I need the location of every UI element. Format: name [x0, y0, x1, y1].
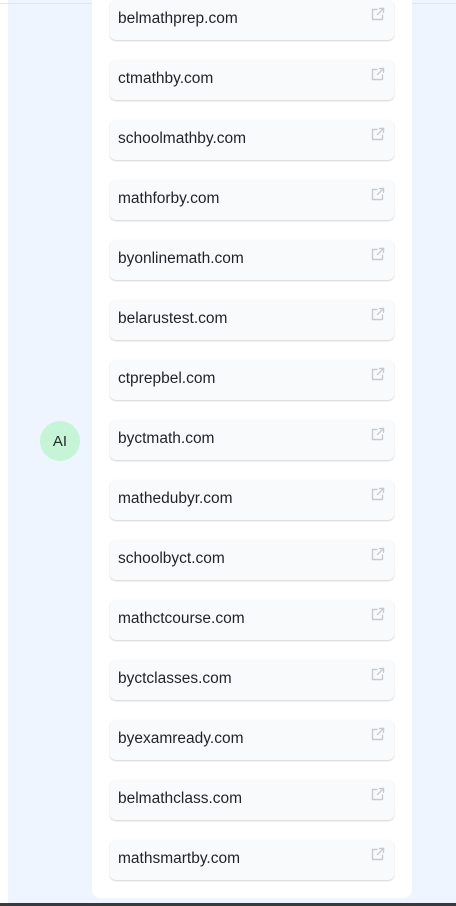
- external-link-icon[interactable]: [370, 486, 386, 502]
- link-item[interactable]: schoolbyct.com: [110, 540, 394, 580]
- external-link-icon[interactable]: [370, 366, 386, 382]
- link-label: mathedubyr.com: [118, 490, 233, 507]
- link-label: ctprepbel.com: [118, 370, 216, 387]
- link-label: byexamready.com: [118, 730, 244, 747]
- link-item[interactable]: byonlinemath.com: [110, 240, 394, 280]
- external-link-icon[interactable]: [370, 846, 386, 862]
- link-label: belarustest.com: [118, 310, 228, 327]
- ai-message-card: belmathprep.com ctmathby.com schoolmathby.…: [92, 0, 412, 898]
- link-label: belmathclass.com: [118, 790, 243, 807]
- link-item[interactable]: ctprepbel.com: [110, 360, 394, 400]
- link-item[interactable]: mathsmartby.com: [110, 840, 394, 880]
- link-item[interactable]: schoolmathby.com: [110, 120, 394, 160]
- external-link-icon[interactable]: [370, 306, 386, 322]
- link-label: schoolmathby.com: [118, 130, 247, 147]
- external-link-icon[interactable]: [370, 6, 386, 22]
- external-link-icon[interactable]: [370, 186, 386, 202]
- link-label: byctmath.com: [118, 430, 215, 447]
- link-item[interactable]: belmathprep.com: [110, 0, 394, 40]
- link-label: mathforby.com: [118, 190, 220, 207]
- link-item[interactable]: belmathclass.com: [110, 780, 394, 820]
- external-link-icon[interactable]: [370, 426, 386, 442]
- link-label: mathctcourse.com: [118, 610, 245, 627]
- external-link-icon[interactable]: [370, 246, 386, 262]
- link-item[interactable]: ctmathby.com: [110, 60, 394, 100]
- external-link-icon[interactable]: [370, 666, 386, 682]
- external-link-icon[interactable]: [370, 606, 386, 622]
- avatar-label: AI: [52, 432, 68, 450]
- link-item[interactable]: belarustest.com: [110, 300, 394, 340]
- link-label: byonlinemath.com: [118, 250, 244, 267]
- external-link-icon[interactable]: [370, 66, 386, 82]
- external-link-icon[interactable]: [370, 726, 386, 742]
- ai-avatar: AI: [40, 421, 80, 461]
- link-item[interactable]: byctmath.com: [110, 420, 394, 460]
- link-item[interactable]: byexamready.com: [110, 720, 394, 760]
- link-label: schoolbyct.com: [118, 550, 225, 567]
- external-link-icon[interactable]: [370, 786, 386, 802]
- link-item[interactable]: mathedubyr.com: [110, 480, 394, 520]
- link-label: byctclasses.com: [118, 670, 232, 687]
- link-item[interactable]: mathctcourse.com: [110, 600, 394, 640]
- link-label: mathsmartby.com: [118, 850, 241, 867]
- link-item[interactable]: byctclasses.com: [110, 660, 394, 700]
- link-label: belmathprep.com: [118, 10, 238, 27]
- external-link-icon[interactable]: [370, 126, 386, 142]
- external-link-icon[interactable]: [370, 546, 386, 562]
- link-label: ctmathby.com: [118, 70, 214, 87]
- link-item[interactable]: mathforby.com: [110, 180, 394, 220]
